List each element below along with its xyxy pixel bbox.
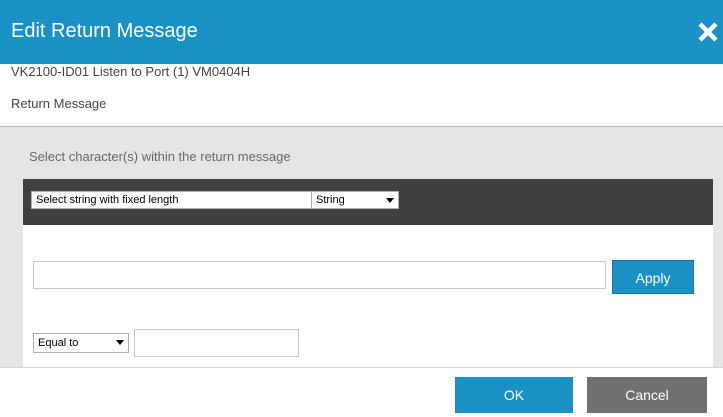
compare-operator-dropdown[interactable]: Equal to [33,333,129,353]
ok-button[interactable]: OK [455,377,573,413]
dialog-info: VK2100-ID01 Listen to Port (1) VM0404H R… [0,64,723,127]
section-label: Return Message [11,96,107,111]
apply-button[interactable]: Apply [612,260,694,294]
edit-return-message-dialog: Edit Return Message VK2100-ID01 Listen t… [0,0,723,417]
compare-value-input[interactable] [134,329,299,357]
dialog-footer: OK Cancel [0,367,723,415]
dialog-titlebar: Edit Return Message [0,0,723,64]
close-icon[interactable] [697,21,719,43]
selection-toolbar: Select string with fixed length String [23,179,713,225]
selection-panel: Select character(s) within the return me… [0,127,723,417]
instruction-text: Select character(s) within the return me… [29,149,291,164]
data-type-dropdown[interactable]: String [311,191,399,209]
return-message-input[interactable] [33,261,606,289]
cancel-button[interactable]: Cancel [587,377,707,413]
selection-mode-value: Select string with fixed length [36,194,179,206]
data-type-value: String [316,194,345,206]
device-port-label: VK2100-ID01 Listen to Port (1) VM0404H [11,64,251,79]
compare-operator-value: Equal to [38,337,79,349]
chevron-down-icon [386,198,394,203]
chevron-down-icon [116,340,124,345]
dialog-title: Edit Return Message [11,20,198,42]
selection-mode-dropdown[interactable]: Select string with fixed length [31,191,326,209]
